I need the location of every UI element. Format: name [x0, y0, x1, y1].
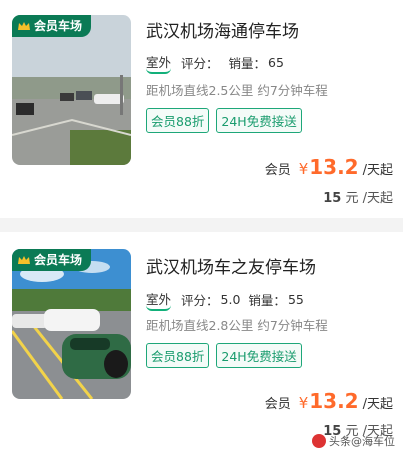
member-price-label: 会员 — [264, 397, 291, 412]
distance-info: 距机场直线2.5公里 约7分钟车程 — [146, 83, 328, 98]
discount-tag: 会员88折 — [146, 108, 210, 133]
member-price: 会员 ¥ 13.2 /天起 — [265, 389, 393, 413]
parking-lot-photo[interactable]: 会员车场 — [12, 15, 131, 165]
parking-lot-name[interactable]: 武汉机场车之友停车场 — [146, 253, 316, 278]
member-price-value: 13.2 — [309, 389, 359, 413]
shuttle-tag: 24H免费接送 — [216, 343, 302, 368]
parking-type: 室外 — [146, 52, 172, 74]
watermark-logo-icon — [312, 434, 326, 448]
parking-lot-meta: 室外 评分： 销量： 65 — [146, 52, 284, 74]
sales-label: 销量： — [228, 56, 267, 71]
crown-icon — [18, 21, 30, 30]
parking-lot-meta: 室外 评分： 5.0 销量： 55 — [146, 289, 304, 311]
member-lot-badge: 会员车场 — [12, 15, 92, 37]
original-price-unit: 元 /天起 — [345, 191, 393, 206]
price-unit: /天起 — [362, 397, 393, 412]
discount-tag: 会员88折 — [146, 343, 210, 368]
member-price-label: 会员 — [264, 163, 291, 178]
member-lot-badge-label: 会员车场 — [34, 19, 83, 33]
member-lot-badge-label: 会员车场 — [34, 253, 83, 267]
promo-tags: 会员88折 24H免费接送 — [146, 343, 302, 368]
parking-lot-name[interactable]: 武汉机场海通停车场 — [146, 17, 299, 42]
parking-lot-photo-image — [12, 249, 131, 399]
card-separator — [0, 218, 403, 232]
sales-label: 销量： — [248, 293, 286, 308]
score-value: 5.0 — [220, 292, 241, 307]
sales-value: 55 — [287, 292, 304, 307]
parking-lot-card[interactable]: 会员车场 武汉机场车之友停车场 室外 评分： 5.0 销量： 55 距机场直线2… — [0, 232, 403, 454]
currency-symbol: ¥ — [298, 394, 309, 412]
watermark: 头条@海车位 — [312, 433, 395, 449]
distance-info: 距机场直线2.8公里 约7分钟车程 — [146, 318, 328, 333]
parking-type: 室外 — [146, 289, 172, 311]
member-price: 会员 ¥ 13.2 /天起 — [265, 155, 393, 179]
member-lot-badge: 会员车场 — [12, 249, 92, 271]
watermark-text: 头条@海车位 — [329, 435, 395, 448]
parking-lot-photo-image — [12, 15, 131, 165]
score-label: 评分： — [181, 293, 219, 308]
parking-lot-photo[interactable]: 会员车场 — [12, 249, 131, 399]
currency-symbol: ¥ — [298, 160, 309, 178]
price-unit: /天起 — [362, 163, 393, 178]
promo-tags: 会员88折 24H免费接送 — [146, 108, 302, 133]
member-price-value: 13.2 — [309, 155, 359, 179]
original-price-value: 15 — [323, 191, 342, 206]
sales-value: 65 — [268, 55, 284, 70]
original-price: 15 元 /天起 — [323, 187, 393, 206]
crown-icon — [18, 255, 30, 264]
shuttle-tag: 24H免费接送 — [216, 108, 302, 133]
parking-lot-card[interactable]: 会员车场 武汉机场海通停车场 室外 评分： 销量： 65 距机场直线2.5公里 … — [0, 0, 403, 218]
score-label: 评分： — [181, 56, 219, 71]
